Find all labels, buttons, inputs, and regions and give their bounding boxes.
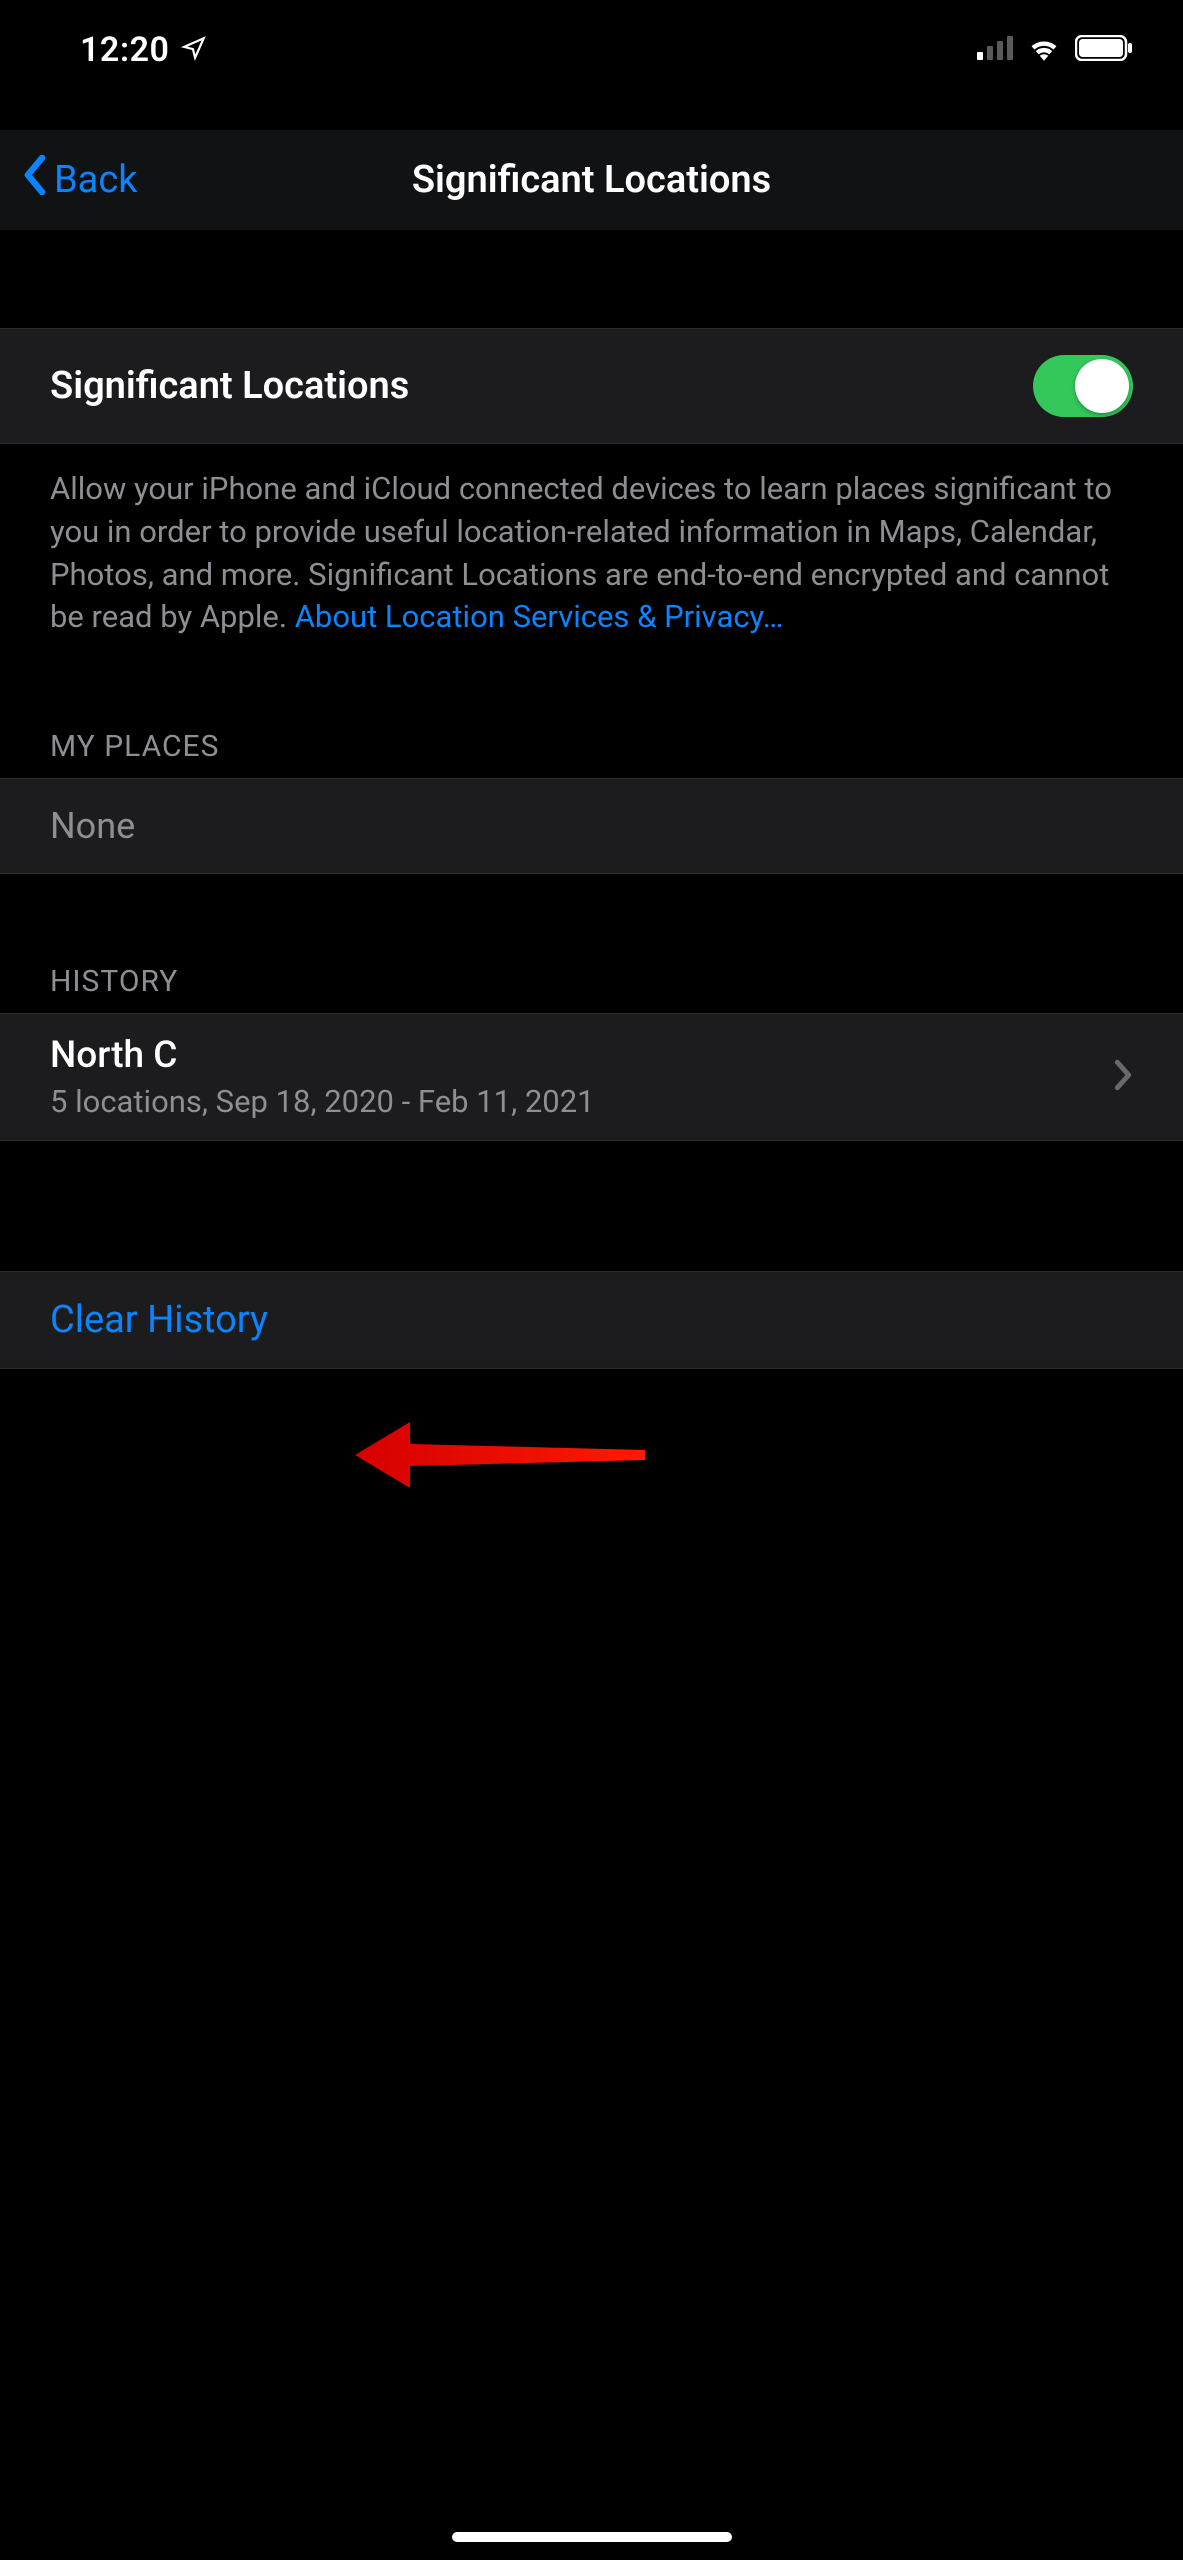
- significant-locations-toggle-row[interactable]: Significant Locations: [0, 328, 1183, 444]
- status-time: 12:20: [80, 30, 169, 70]
- nav-bar: Back Significant Locations: [0, 130, 1183, 230]
- back-button[interactable]: Back: [20, 155, 138, 205]
- location-arrow-icon: [181, 35, 207, 65]
- clear-history-label: Clear History: [50, 1298, 268, 1342]
- status-left-group: 12:20: [80, 30, 207, 70]
- chevron-right-icon: [1113, 1058, 1133, 1096]
- battery-icon: [1075, 35, 1133, 65]
- my-places-value: None: [0, 778, 1183, 874]
- wifi-icon: [1027, 35, 1061, 65]
- history-place-name: North C: [50, 1034, 595, 1077]
- history-section: HISTORY North C 5 locations, Sep 18, 202…: [0, 964, 1183, 1141]
- significant-locations-description: Allow your iPhone and iCloud connected d…: [0, 444, 1183, 639]
- my-places-section: MY PLACES None: [0, 729, 1183, 874]
- chevron-left-icon: [20, 155, 50, 205]
- history-header: HISTORY: [0, 964, 1183, 1013]
- toggle-label: Significant Locations: [50, 364, 409, 408]
- status-bar: 12:20: [0, 0, 1183, 100]
- history-item[interactable]: North C 5 locations, Sep 18, 2020 - Feb …: [0, 1013, 1183, 1141]
- status-right-group: [977, 35, 1133, 65]
- home-indicator[interactable]: [452, 2532, 732, 2542]
- history-place-detail: 5 locations, Sep 18, 2020 - Feb 11, 2021: [50, 1083, 595, 1120]
- back-label: Back: [54, 158, 138, 202]
- annotation-arrow-icon: [355, 1410, 655, 1500]
- page-title: Significant Locations: [0, 158, 1183, 202]
- clear-history-button[interactable]: Clear History: [0, 1271, 1183, 1369]
- my-places-header: MY PLACES: [0, 729, 1183, 778]
- significant-locations-section: Significant Locations Allow your iPhone …: [0, 328, 1183, 639]
- toggle-knob: [1075, 359, 1129, 413]
- cellular-signal-icon: [977, 36, 1013, 64]
- location-privacy-link[interactable]: About Location Services & Privacy…: [295, 598, 784, 635]
- significant-locations-toggle[interactable]: [1033, 355, 1133, 417]
